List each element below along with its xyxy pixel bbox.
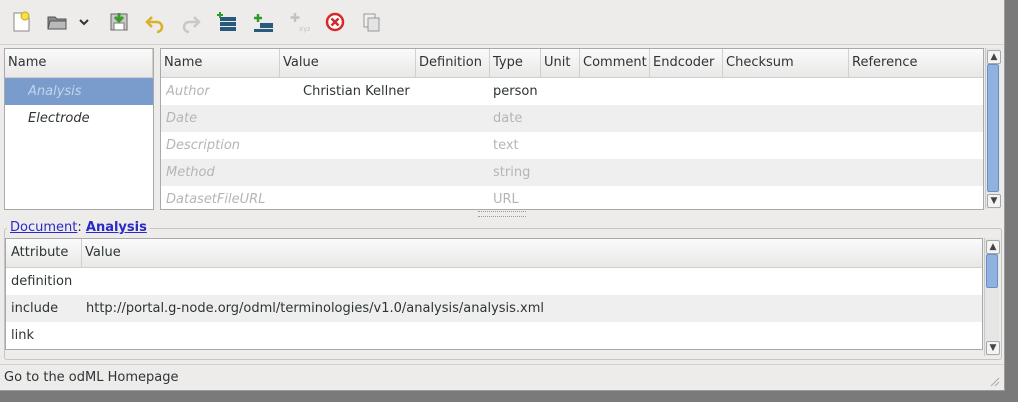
property-row[interactable]: DatasetFileURL URL [161, 186, 983, 209]
attribute-name: include [11, 301, 59, 316]
section-item-label: Electrode [28, 111, 90, 126]
attribute-name: link [11, 328, 34, 343]
column-header-value[interactable]: Value [82, 239, 982, 267]
column-header-comment[interactable]: Comment [580, 49, 650, 77]
section-item-electrode[interactable]: Electrode [5, 105, 153, 132]
property-name: DatasetFileURL [166, 192, 266, 207]
attribute-row[interactable]: definition [6, 268, 982, 295]
section-item-analysis[interactable]: Analysis [5, 78, 153, 105]
scroll-up-icon[interactable]: ▲ [987, 50, 1001, 64]
new-document-icon[interactable] [8, 9, 34, 35]
redo-icon [178, 9, 204, 35]
property-name: Method [166, 165, 215, 180]
column-header-checksum[interactable]: Checksum [723, 49, 849, 77]
property-type[interactable]: date [493, 105, 522, 132]
resize-grip-icon[interactable] [988, 375, 1000, 387]
attribute-row[interactable]: include http://portal.g-node.org/odml/te… [6, 295, 982, 322]
attribute-name: definition [11, 274, 73, 289]
svg-text:xyz: xyz [299, 25, 310, 33]
pane-splitter[interactable] [478, 211, 526, 217]
column-header-name[interactable]: Name [161, 49, 280, 77]
breadcrumb-separator: : [77, 220, 82, 235]
column-header-reference[interactable]: Reference [849, 49, 983, 77]
column-header-endcoder[interactable]: Endcoder [650, 49, 723, 77]
section-item-label: Analysis [28, 84, 82, 99]
section-tree: Name Analysis Electrode [4, 48, 154, 210]
column-header-value[interactable]: Value [280, 49, 416, 77]
scroll-thumb[interactable] [986, 254, 998, 288]
attribute-table-header: Attribute Value [6, 239, 982, 268]
save-icon[interactable] [106, 9, 132, 35]
attribute-table: Attribute Value definition include http:… [5, 238, 983, 350]
property-row[interactable]: Method string [161, 159, 983, 186]
scroll-up-icon[interactable]: ▲ [986, 240, 1000, 254]
toolbar: xyz [0, 0, 1004, 45]
property-row[interactable]: Date date [161, 105, 983, 132]
section-tree-header: Name [5, 49, 153, 78]
column-header-attribute[interactable]: Attribute [6, 239, 82, 267]
add-section-icon[interactable] [214, 9, 240, 35]
status-text: Go to the odML Homepage [4, 370, 179, 385]
open-folder-icon[interactable] [44, 9, 70, 35]
property-type[interactable]: string [493, 159, 530, 186]
add-value-icon: xyz [286, 9, 312, 35]
scroll-down-icon[interactable]: ▼ [987, 194, 1001, 208]
column-header-unit[interactable]: Unit [541, 49, 580, 77]
scroll-thumb[interactable] [987, 64, 999, 192]
clone-icon[interactable] [358, 9, 384, 35]
property-row[interactable]: Author Christian Kellner person [161, 78, 983, 105]
breadcrumb: Document: Analysis [7, 220, 150, 236]
attribute-value[interactable]: http://portal.g-node.org/odml/terminolog… [86, 295, 544, 322]
property-type[interactable]: person [493, 78, 538, 105]
column-header-definition[interactable]: Definition [416, 49, 490, 77]
column-header-name[interactable]: Name [5, 49, 153, 77]
undo-icon[interactable] [142, 9, 168, 35]
scroll-down-icon[interactable]: ▼ [986, 341, 1000, 355]
status-bar: Go to the odML Homepage [0, 364, 1004, 390]
attribute-scrollbar[interactable]: ▲ ▼ [984, 238, 1000, 356]
odml-editor-window: xyz Name Analysis Electrode Name Value D… [0, 0, 1005, 391]
add-property-icon[interactable] [250, 9, 276, 35]
property-table: Name Value Definition Type Unit Comment … [160, 48, 984, 210]
column-header-type[interactable]: Type [490, 49, 541, 77]
property-value[interactable]: Christian Kellner [303, 78, 410, 105]
property-name: Description [166, 138, 241, 153]
property-name: Date [166, 111, 198, 126]
property-type[interactable]: URL [493, 186, 519, 209]
breadcrumb-document-link[interactable]: Document [10, 220, 77, 235]
property-type[interactable]: text [493, 132, 519, 159]
attribute-row[interactable]: link [6, 322, 982, 349]
delete-icon[interactable] [322, 9, 348, 35]
property-table-header: Name Value Definition Type Unit Comment … [161, 49, 983, 78]
property-name: Author [166, 84, 210, 99]
property-scrollbar[interactable]: ▲ ▼ [985, 48, 1001, 209]
dropdown-icon[interactable] [74, 9, 94, 35]
property-row[interactable]: Description text [161, 132, 983, 159]
breadcrumb-section-link[interactable]: Analysis [86, 220, 147, 235]
